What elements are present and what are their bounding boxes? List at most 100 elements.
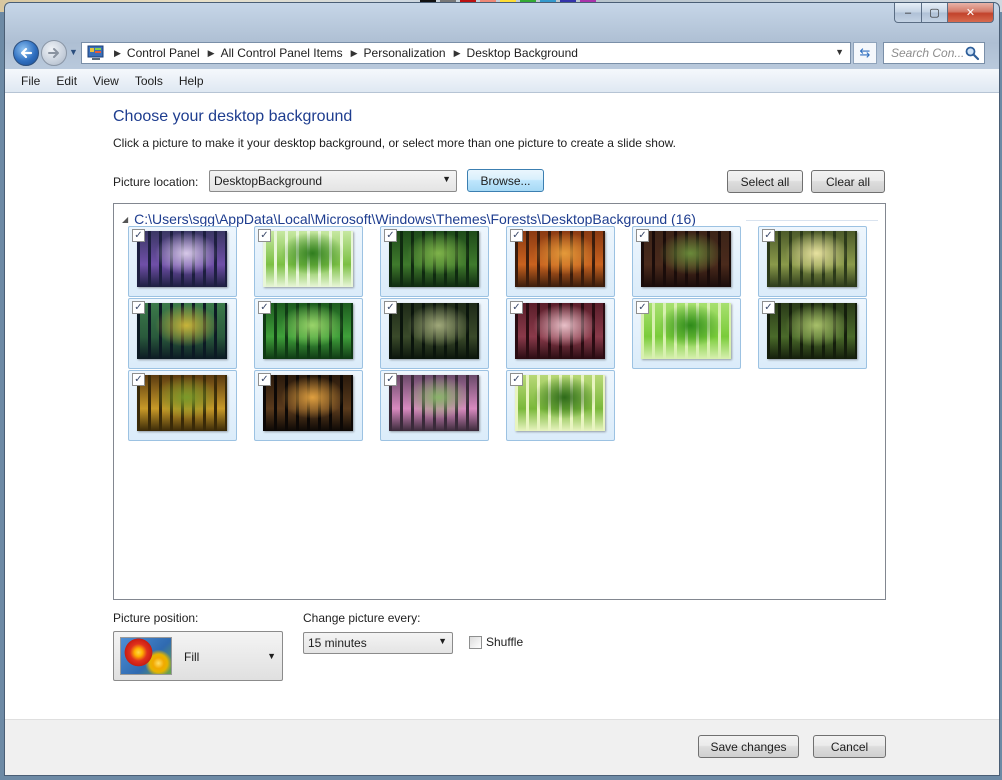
wallpaper-thumbnail[interactable]: ✓ <box>506 298 615 369</box>
breadcrumb-all-items[interactable]: All Control Panel Items <box>221 46 343 60</box>
address-bar[interactable]: ▶ Control Panel ▶ All Control Panel Item… <box>81 42 851 64</box>
picture-location-select[interactable]: DesktopBackground ▼ <box>209 170 457 192</box>
breadcrumb-personalization[interactable]: Personalization <box>364 46 446 60</box>
breadcrumb-separator-icon[interactable]: ▶ <box>114 48 121 59</box>
thumbnail-checkbox[interactable]: ✓ <box>510 229 523 242</box>
footer-bar: Save changes Cancel <box>5 719 999 775</box>
wallpaper-thumbnail[interactable]: ✓ <box>380 226 489 297</box>
refresh-icon: ⇆ <box>859 45 871 60</box>
position-preview-image <box>120 637 172 675</box>
picture-gallery[interactable]: ◢ C:\Users\sgg\AppData\Local\Microsoft\W… <box>113 203 886 600</box>
shuffle-checkbox[interactable]: Shuffle <box>469 635 523 649</box>
breadcrumb-separator-icon[interactable]: ▶ <box>351 48 358 59</box>
shuffle-label: Shuffle <box>486 635 524 649</box>
magnifier-icon[interactable] <box>964 45 980 61</box>
wallpaper-thumbnail[interactable]: ✓ <box>758 298 867 369</box>
address-row: ▼ ▶ Control Panel ▶ All Control Panel It… <box>5 35 999 69</box>
thumbnail-checkbox[interactable]: ✓ <box>762 229 775 242</box>
forward-button[interactable] <box>41 40 67 66</box>
change-picture-interval-select[interactable]: 15 minutes ▼ <box>303 632 453 654</box>
thumbnail-checkbox[interactable]: ✓ <box>132 301 145 314</box>
picture-position-label: Picture position: <box>113 611 199 625</box>
thumbnail-checkbox[interactable]: ✓ <box>510 301 523 314</box>
picture-position-value: Fill <box>184 650 200 664</box>
wallpaper-thumbnail[interactable]: ✓ <box>632 226 741 297</box>
wallpaper-thumbnail[interactable]: ✓ <box>506 370 615 441</box>
menu-help[interactable]: Help <box>171 74 212 88</box>
browse-button[interactable]: Browse... <box>467 169 544 192</box>
refresh-button[interactable]: ⇆ <box>853 42 877 64</box>
menu-file[interactable]: File <box>13 74 48 88</box>
picture-location-value: DesktopBackground <box>214 174 323 188</box>
minimize-button[interactable]: – <box>894 3 922 23</box>
thumbnail-checkbox[interactable]: ✓ <box>762 301 775 314</box>
breadcrumb-desktop-background[interactable]: Desktop Background <box>467 46 578 60</box>
address-history-dropdown[interactable]: ▼ <box>835 47 844 57</box>
control-panel-window: – ▢ ✕ ▼ ▶ Control Panel ▶ All Control Pa… <box>4 2 1000 776</box>
wallpaper-thumbnail[interactable]: ✓ <box>380 298 489 369</box>
thumbnail-checkbox[interactable]: ✓ <box>384 373 397 386</box>
select-all-button[interactable]: Select all <box>727 170 803 193</box>
thumbnail-checkbox[interactable]: ✓ <box>384 229 397 242</box>
wallpaper-thumbnail[interactable]: ✓ <box>254 370 363 441</box>
menu-view[interactable]: View <box>85 74 127 88</box>
thumbnail-checkbox[interactable]: ✓ <box>636 229 649 242</box>
breadcrumb-separator-icon[interactable]: ▶ <box>208 48 215 59</box>
menu-bar: File Edit View Tools Help <box>5 69 999 93</box>
forest-wallpaper-image <box>389 303 479 359</box>
cancel-button[interactable]: Cancel <box>813 735 886 758</box>
back-button[interactable] <box>13 40 39 66</box>
thumbnail-checkbox[interactable]: ✓ <box>384 301 397 314</box>
search-input[interactable]: Search Con... <box>883 42 985 64</box>
wallpaper-thumbnail[interactable]: ✓ <box>506 226 615 297</box>
breadcrumb-control-panel[interactable]: Control Panel <box>127 46 200 60</box>
picture-location-label: Picture location: <box>113 175 199 189</box>
close-button[interactable]: ✕ <box>948 3 994 23</box>
forest-wallpaper-image <box>137 231 227 287</box>
forest-wallpaper-image <box>515 303 605 359</box>
picture-position-select[interactable]: Fill ▼ <box>113 631 283 681</box>
content-pane: Choose your desktop background Click a p… <box>5 93 999 775</box>
wallpaper-thumbnail[interactable]: ✓ <box>632 298 741 369</box>
breadcrumb-separator-icon[interactable]: ▶ <box>454 48 461 59</box>
save-changes-button[interactable]: Save changes <box>698 735 799 758</box>
clear-all-button[interactable]: Clear all <box>811 170 885 193</box>
wallpaper-thumbnail[interactable]: ✓ <box>128 370 237 441</box>
forward-arrow-icon <box>48 48 59 58</box>
thumbnail-checkbox[interactable]: ✓ <box>258 229 271 242</box>
wallpaper-thumbnail[interactable]: ✓ <box>128 298 237 369</box>
search-placeholder: Search Con... <box>891 46 965 60</box>
wallpaper-thumbnail[interactable]: ✓ <box>254 226 363 297</box>
thumbnail-checkbox[interactable]: ✓ <box>132 373 145 386</box>
wallpaper-thumbnail[interactable]: ✓ <box>758 226 867 297</box>
wallpaper-thumbnail[interactable]: ✓ <box>380 370 489 441</box>
group-divider <box>746 220 878 221</box>
wallpaper-thumbnail[interactable]: ✓ <box>128 226 237 297</box>
menu-edit[interactable]: Edit <box>48 74 85 88</box>
page-subtitle: Click a picture to make it your desktop … <box>113 136 676 150</box>
forest-wallpaper-image <box>263 375 353 431</box>
collapse-triangle-icon[interactable]: ◢ <box>122 215 128 224</box>
chevron-down-icon: ▼ <box>442 174 451 184</box>
wallpaper-thumbnail[interactable]: ✓ <box>254 298 363 369</box>
forest-wallpaper-image <box>263 231 353 287</box>
thumbnail-checkbox[interactable]: ✓ <box>510 373 523 386</box>
maximize-button[interactable]: ▢ <box>922 3 948 23</box>
back-arrow-icon <box>20 47 33 59</box>
thumbnail-checkbox[interactable]: ✓ <box>258 301 271 314</box>
chevron-down-icon: ▼ <box>267 651 276 661</box>
forest-wallpaper-image <box>641 303 731 359</box>
shuffle-checkbox-box[interactable] <box>469 635 482 649</box>
thumbnail-checkbox[interactable]: ✓ <box>132 229 145 242</box>
thumbnail-checkbox[interactable]: ✓ <box>258 373 271 386</box>
menu-tools[interactable]: Tools <box>127 74 171 88</box>
chevron-down-icon: ▼ <box>438 636 447 646</box>
control-panel-icon <box>87 45 104 60</box>
chevron-down-icon: ▼ <box>69 47 78 57</box>
thumbnail-checkbox[interactable]: ✓ <box>636 301 649 314</box>
forest-wallpaper-image <box>137 303 227 359</box>
caption-buttons: – ▢ ✕ <box>894 3 994 23</box>
group-header[interactable]: ◢ C:\Users\sgg\AppData\Local\Microsoft\W… <box>122 211 696 227</box>
forest-wallpaper-image <box>137 375 227 431</box>
recent-pages-dropdown[interactable]: ▼ <box>69 47 78 57</box>
